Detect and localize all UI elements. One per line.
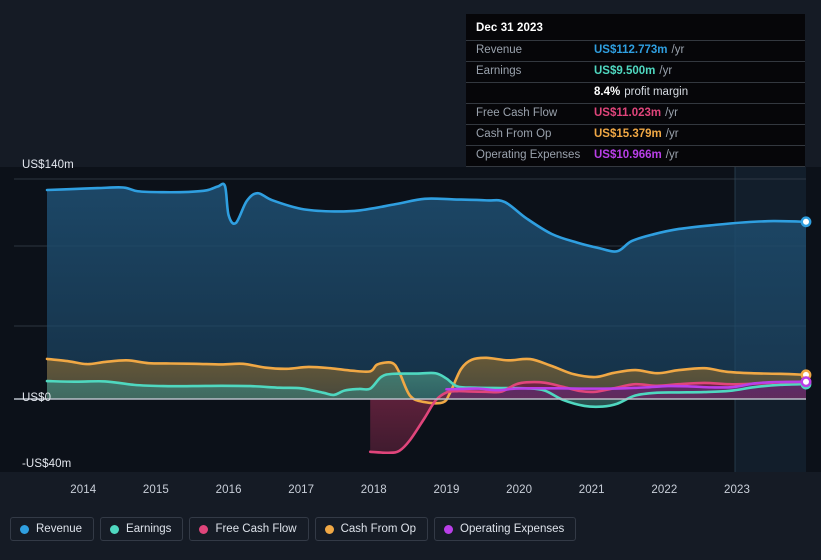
legend-item-operating-expenses[interactable]: Operating Expenses (434, 517, 577, 541)
tooltip-row-unit: /yr (665, 149, 679, 161)
x-axis-tick-2021: 2021 (578, 484, 605, 496)
legend-item-label: Revenue (36, 523, 83, 535)
y-axis-label-bottom: -US$40m (22, 458, 72, 470)
x-axis-tick-2019: 2019 (433, 484, 460, 496)
x-axis-tick-2018: 2018 (360, 484, 387, 496)
tooltip-row-value: 8.4% (594, 86, 621, 98)
x-axis-tick-2015: 2015 (142, 484, 169, 496)
tooltip-date: Dec 31 2023 (476, 22, 543, 34)
tooltip-row-value: US$10.966m (594, 149, 662, 161)
tooltip-row-value: US$11.023m (594, 107, 662, 119)
endpoint-marker-operating-expenses (800, 376, 812, 388)
tooltip-row: Revenue US$112.773m/yr (466, 40, 805, 61)
x-axis-tick-2016: 2016 (215, 484, 242, 496)
chart-legend[interactable]: Revenue Earnings Free Cash Flow Cash From O… (10, 517, 577, 541)
tooltip-row: Earnings US$9.500m/yr (466, 61, 805, 82)
tooltip-rows: Revenue US$112.773m/yr Earnings US$9.500m/y… (466, 40, 805, 167)
financial-chart-app: US$140m US$0 -US$40m 2014 2015 2016 2017 201… (0, 0, 821, 560)
tooltip-row-subtext: profit margin (624, 86, 689, 98)
legend-item-label: Free Cash Flow (215, 523, 297, 535)
tooltip-row-unit: /yr (659, 65, 673, 77)
x-axis-tick-2023: 2023 (724, 484, 750, 496)
tooltip-row-value: US$9.500m (594, 65, 656, 77)
legend-item-label: Cash From Op (340, 523, 417, 535)
tooltip-row-label: Cash From Op (476, 128, 552, 140)
legend-dot-icon (199, 524, 209, 534)
tooltip-row: Free Cash Flow US$11.023m/yr (466, 103, 805, 124)
y-axis-label-top: US$140m (22, 159, 74, 171)
tooltip-row-label: Revenue (476, 44, 523, 56)
endpoint-marker-revenue (800, 216, 812, 228)
tooltip-row-label: Earnings (476, 65, 522, 77)
legend-item-revenue[interactable]: Revenue (10, 517, 95, 541)
legend-dot-icon (324, 524, 334, 534)
legend-item-cash-from-op[interactable]: Cash From Op (314, 517, 429, 541)
x-axis-tick-2022: 2022 (651, 484, 678, 496)
legend-item-free-cash-flow[interactable]: Free Cash Flow (189, 517, 309, 541)
tooltip-row-unit: /yr (665, 107, 678, 119)
chart-tooltip: Dec 31 2023 Revenue US$112.773m/yr Earning… (466, 14, 805, 167)
tooltip-row-unit: /yr (671, 44, 685, 56)
tooltip-row: Operating Expenses US$10.966m/yr (466, 145, 805, 167)
tooltip-row-unit: /yr (665, 128, 679, 140)
tooltip-row: 8.4% profit margin (466, 82, 805, 103)
x-axis-tick-2017: 2017 (288, 484, 315, 496)
legend-item-label: Operating Expenses (460, 523, 565, 535)
x-axis-tick-2014: 2014 (70, 484, 97, 496)
legend-item-earnings[interactable]: Earnings (100, 517, 184, 541)
tooltip-row-label: Operating Expenses (476, 149, 581, 161)
legend-dot-icon (110, 524, 120, 534)
tooltip-row: Cash From Op US$15.379m/yr (466, 124, 805, 145)
tooltip-row-value: US$15.379m (594, 128, 662, 140)
legend-dot-icon (20, 524, 29, 534)
tooltip-row-label: Free Cash Flow (476, 107, 558, 119)
x-axis-tick-2020: 2020 (506, 484, 533, 496)
legend-dot-icon (444, 524, 454, 534)
tooltip-row-value: US$112.773m (594, 44, 668, 56)
y-axis-label-zero: US$0 (22, 392, 52, 404)
legend-item-label: Earnings (126, 523, 172, 535)
